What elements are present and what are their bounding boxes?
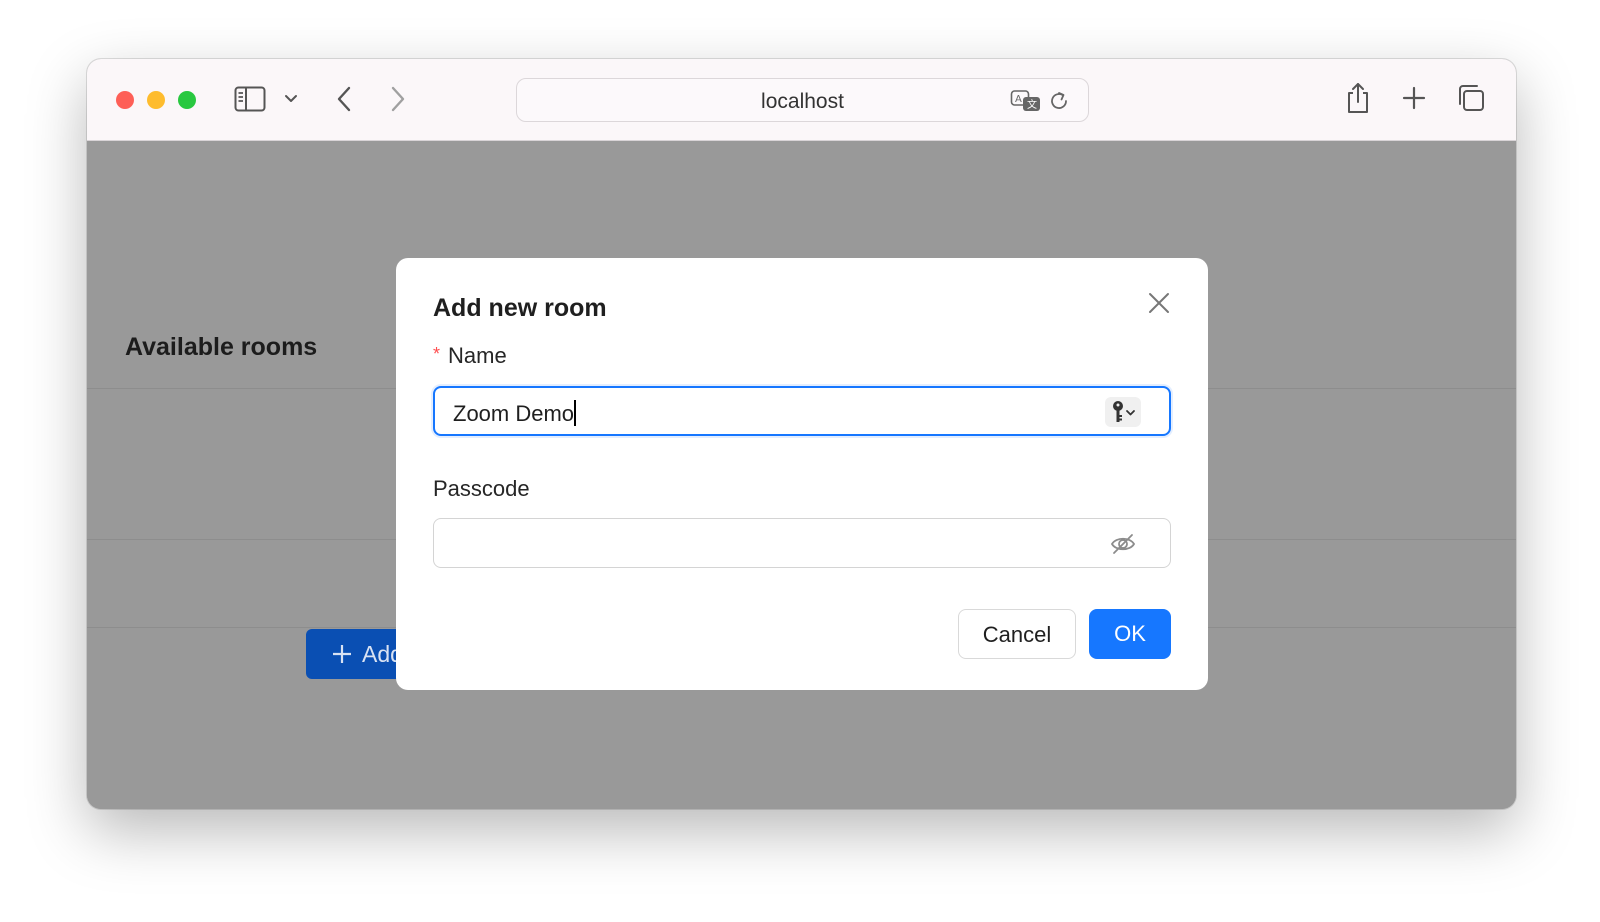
key-autofill-icon[interactable] [1105,397,1141,427]
ok-button[interactable]: OK [1089,609,1171,659]
zoom-window-button[interactable] [178,91,196,109]
passcode-input[interactable] [433,518,1171,568]
required-mark: * [433,344,441,364]
address-text: localhost [761,90,844,113]
name-input[interactable]: Zoom Demo [433,386,1171,436]
translate-icon[interactable]: A 文 [1009,88,1043,114]
name-label: * Name [433,343,507,368]
passcode-label: Passcode [433,476,530,501]
chevron-down-icon[interactable] [283,91,299,107]
minimize-window-button[interactable] [147,91,165,109]
browser-toolbar: localhost A 文 [87,59,1516,141]
close-icon[interactable] [1146,290,1172,316]
text-caret [574,400,577,426]
name-input-value: Zoom Demo [453,400,577,426]
tab-overview-icon[interactable] [1455,82,1487,114]
rooms-heading: Available rooms [125,333,318,361]
svg-text:文: 文 [1027,98,1037,111]
forward-icon[interactable] [387,83,409,115]
sidebar-toggle-icon[interactable] [233,84,267,114]
back-icon[interactable] [333,83,355,115]
svg-text:A: A [1015,94,1022,105]
dialog-title: Add new room [433,294,607,322]
cancel-button[interactable]: Cancel [958,609,1076,659]
reload-icon[interactable] [1046,88,1072,114]
address-bar[interactable]: localhost A 文 [516,78,1089,122]
eye-hidden-icon[interactable] [1109,531,1137,557]
share-icon[interactable] [1343,79,1373,117]
plus-icon [333,645,351,663]
new-tab-icon[interactable] [1401,85,1427,111]
add-room-dialog: Add new room * Name Zoom Demo Passcode C… [396,258,1208,690]
close-window-button[interactable] [116,91,134,109]
